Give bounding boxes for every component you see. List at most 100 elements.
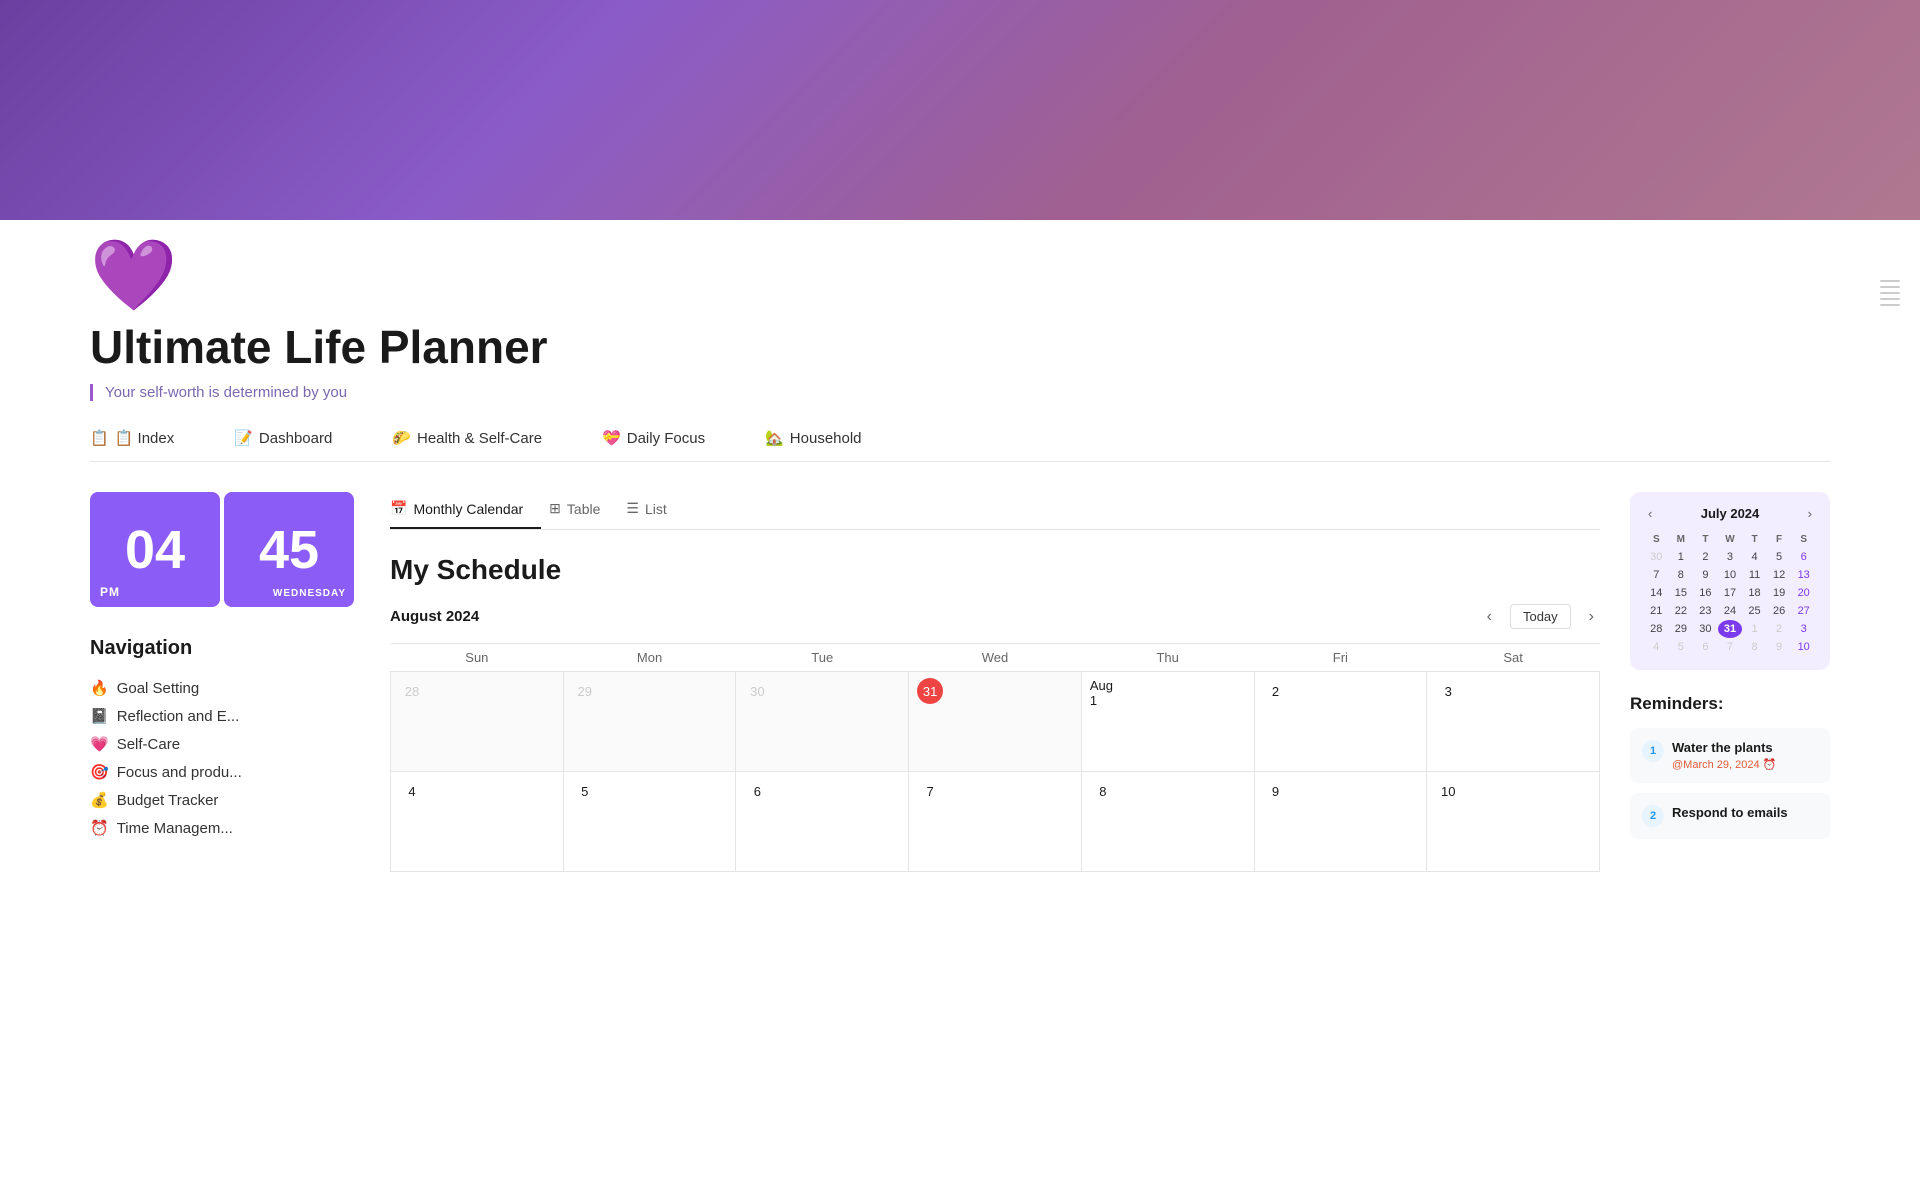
scroll-line	[1880, 292, 1900, 294]
nav-section: Navigation 🔥 Goal Setting 📓 Reflection a…	[90, 637, 360, 842]
mini-day[interactable]: 8	[1742, 638, 1767, 656]
mini-day[interactable]: 7	[1718, 638, 1743, 656]
heart-pink-icon: 💗	[90, 735, 109, 753]
table-cell[interactable]: Aug 1	[1081, 672, 1254, 772]
weekday-tue: Tue	[736, 644, 909, 672]
today-button[interactable]: Today	[1510, 604, 1571, 629]
mini-day[interactable]: 16	[1693, 584, 1718, 602]
mini-day[interactable]: 4	[1742, 548, 1767, 566]
mini-day[interactable]: 4	[1644, 638, 1669, 656]
target-icon: 🎯	[90, 763, 109, 781]
mini-day[interactable]: 6	[1693, 638, 1718, 656]
reminder-text-2: Respond to emails	[1672, 805, 1788, 820]
mini-day[interactable]: 8	[1669, 566, 1694, 584]
nav-item-health[interactable]: 🌮 Health & Self-Care	[392, 429, 542, 447]
table-cell[interactable]: 9	[1254, 772, 1427, 872]
mini-cal-prev[interactable]: ‹	[1644, 506, 1656, 521]
mini-day[interactable]: 7	[1644, 566, 1669, 584]
mini-day[interactable]: 11	[1742, 566, 1767, 584]
mini-cal-next[interactable]: ›	[1804, 506, 1816, 521]
mini-day[interactable]: 15	[1669, 584, 1694, 602]
table-cell[interactable]: 6	[736, 772, 909, 872]
prev-month-button[interactable]: ‹	[1481, 606, 1498, 628]
mini-day[interactable]: 14	[1644, 584, 1669, 602]
mini-weekday: T	[1693, 531, 1718, 548]
reminder-num-1: 1	[1642, 740, 1664, 762]
calendar-row: 28 29 30 31 Aug 1 2 3	[391, 672, 1600, 772]
mini-day[interactable]: 3	[1718, 548, 1743, 566]
mini-day[interactable]: 1	[1669, 548, 1694, 566]
mini-cal-row: 4 5 6 7 8 9 10	[1644, 638, 1816, 656]
mini-day[interactable]: 20	[1791, 584, 1816, 602]
scroll-line	[1880, 304, 1900, 306]
mini-weekday: S	[1791, 531, 1816, 548]
mini-day-today[interactable]: 31	[1718, 620, 1743, 638]
mini-day[interactable]: 24	[1718, 602, 1743, 620]
mini-day[interactable]: 9	[1693, 566, 1718, 584]
mini-day[interactable]: 21	[1644, 602, 1669, 620]
mini-cal-row: 28 29 30 31 1 2 3	[1644, 620, 1816, 638]
table-cell[interactable]: 4	[391, 772, 564, 872]
scroll-line	[1880, 280, 1900, 282]
nav-item-time[interactable]: ⏰ Time Managem...	[90, 814, 360, 842]
table-cell[interactable]: 5	[563, 772, 736, 872]
mini-weekday: S	[1644, 531, 1669, 548]
mini-day[interactable]: 27	[1791, 602, 1816, 620]
table-cell[interactable]: 7	[909, 772, 1082, 872]
table-cell[interactable]: 2	[1254, 672, 1427, 772]
mini-day[interactable]: 12	[1767, 566, 1792, 584]
mini-day[interactable]: 18	[1742, 584, 1767, 602]
mini-day[interactable]: 17	[1718, 584, 1743, 602]
mini-day[interactable]: 2	[1767, 620, 1792, 638]
mini-day[interactable]: 6	[1791, 548, 1816, 566]
nav-item-budget[interactable]: 💰 Budget Tracker	[90, 786, 360, 814]
table-cell[interactable]: 28	[391, 672, 564, 772]
mini-day[interactable]: 30	[1644, 548, 1669, 566]
table-cell[interactable]: 29	[563, 672, 736, 772]
mini-day[interactable]: 3	[1791, 620, 1816, 638]
weekday-sat: Sat	[1427, 644, 1600, 672]
mini-day[interactable]: 25	[1742, 602, 1767, 620]
nav-item-reflection[interactable]: 📓 Reflection and E...	[90, 702, 360, 730]
reminders-title: Reminders:	[1630, 694, 1830, 714]
center-content: 📅 Monthly Calendar ⊞ Table ☰ List My Sch…	[390, 492, 1600, 872]
view-tabs: 📅 Monthly Calendar ⊞ Table ☰ List	[390, 492, 1600, 530]
mini-day[interactable]: 22	[1669, 602, 1694, 620]
nav-item-self-care[interactable]: 💗 Self-Care	[90, 730, 360, 758]
mini-day[interactable]: 9	[1767, 638, 1792, 656]
table-cell[interactable]: 8	[1081, 772, 1254, 872]
mini-day[interactable]: 1	[1742, 620, 1767, 638]
table-cell[interactable]: 30	[736, 672, 909, 772]
mini-day[interactable]: 10	[1718, 566, 1743, 584]
nav-item-index[interactable]: 📋 📋 Index	[90, 429, 174, 447]
nav-item-focus[interactable]: 🎯 Focus and produ...	[90, 758, 360, 786]
mini-day[interactable]: 5	[1669, 638, 1694, 656]
clock-widget: 04 PM 45 WEDNESDAY	[90, 492, 360, 607]
weekday-wed: Wed	[909, 644, 1082, 672]
mini-day[interactable]: 28	[1644, 620, 1669, 638]
calendar-header: August 2024 ‹ Today ›	[390, 604, 1600, 629]
mini-day[interactable]: 29	[1669, 620, 1694, 638]
nav-item-goal-setting[interactable]: 🔥 Goal Setting	[90, 674, 360, 702]
scrollbar[interactable]	[1880, 280, 1900, 306]
nav-item-household[interactable]: 🏡 Household	[765, 429, 861, 447]
table-cell[interactable]: 3	[1427, 672, 1600, 772]
mini-day[interactable]: 26	[1767, 602, 1792, 620]
mini-day[interactable]: 13	[1791, 566, 1816, 584]
tab-list[interactable]: ☰ List	[626, 492, 684, 529]
table-cell[interactable]: 31	[909, 672, 1082, 772]
next-month-button[interactable]: ›	[1583, 606, 1600, 628]
mini-day[interactable]: 19	[1767, 584, 1792, 602]
mini-day[interactable]: 2	[1693, 548, 1718, 566]
mini-day[interactable]: 23	[1693, 602, 1718, 620]
nav-item-daily-focus[interactable]: 💝 Daily Focus	[602, 429, 705, 447]
table-cell[interactable]: 10	[1427, 772, 1600, 872]
mini-day[interactable]: 5	[1767, 548, 1792, 566]
tab-monthly-calendar[interactable]: 📅 Monthly Calendar	[390, 492, 541, 529]
tab-table[interactable]: ⊞ Table	[549, 492, 618, 529]
scroll-line	[1880, 286, 1900, 288]
mini-weekday: T	[1742, 531, 1767, 548]
nav-item-dashboard[interactable]: 📝 Dashboard	[234, 429, 332, 447]
mini-day[interactable]: 30	[1693, 620, 1718, 638]
mini-day[interactable]: 10	[1791, 638, 1816, 656]
